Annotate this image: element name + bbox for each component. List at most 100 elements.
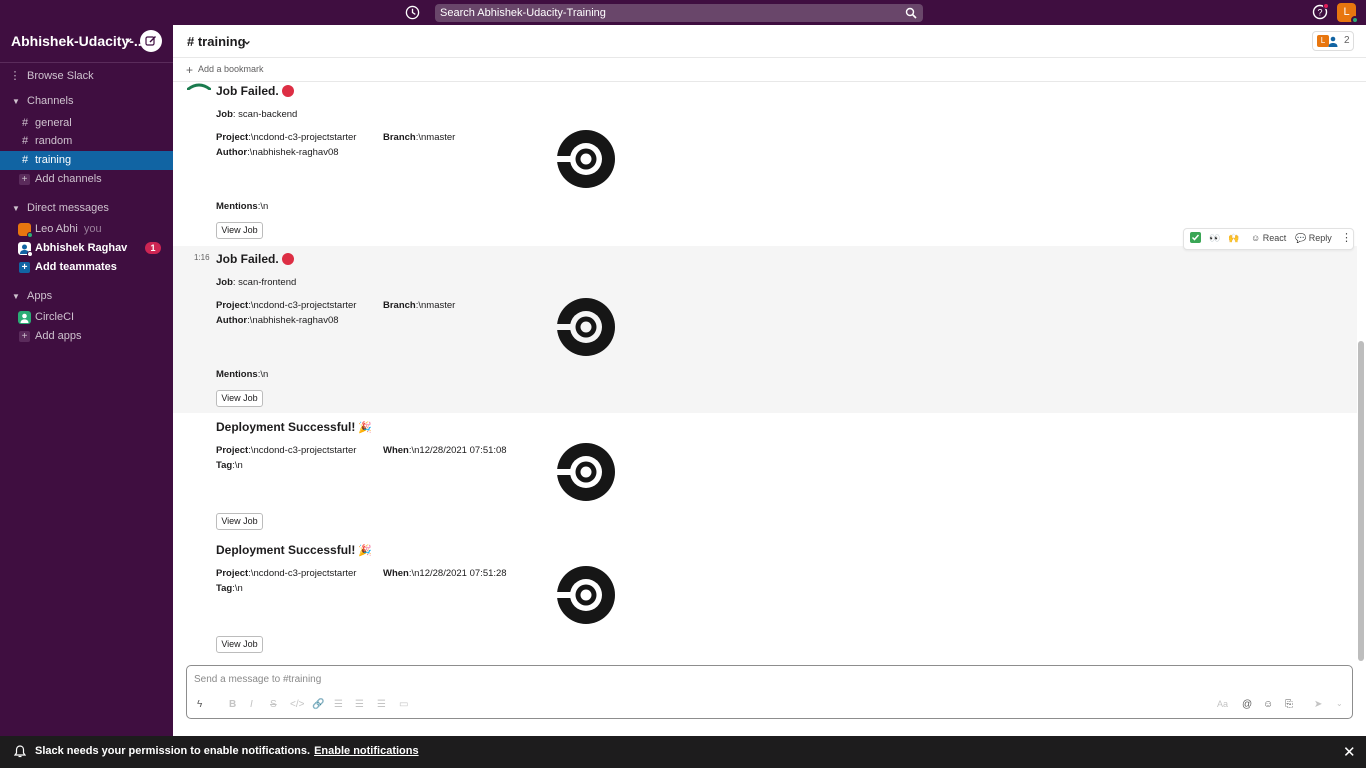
view-job-button[interactable]: View Job [216, 222, 263, 239]
job-value: : scan-frontend [232, 277, 297, 288]
sidebar-item-general[interactable]: # general [0, 114, 173, 133]
message-composer[interactable]: Send a message to #training ϟ B I S </> … [186, 665, 1353, 719]
circleci-app-icon [18, 311, 31, 324]
composer-input[interactable]: Send a message to #training [194, 674, 321, 685]
mentions-value: :\n [257, 201, 269, 212]
tag-value: :\n [232, 460, 243, 471]
add-apps[interactable]: + Add apps [0, 327, 173, 346]
apps-section[interactable]: ▼ Apps [0, 287, 173, 306]
channel-header: # training L 2 [173, 25, 1366, 58]
message-deployment-success: Deployment Successful! 🎉 Project:\ncdond-… [173, 539, 1357, 660]
eyes-emoji-icon[interactable]: 👀 [1209, 233, 1220, 244]
help-notification-dot [1323, 3, 1329, 9]
message-timestamp[interactable]: 1:16 [194, 253, 210, 262]
sidebar-divider [0, 62, 173, 63]
notification-text: Slack needs your permission to enable no… [35, 745, 419, 757]
job-label: Job [216, 277, 233, 288]
message-actions-toolbar: 👀 🙌 ☺ React 💬 Reply ⋮ [1183, 228, 1354, 250]
mentions-label: Mentions [216, 201, 258, 212]
send-icon[interactable]: ➤ [1314, 699, 1322, 710]
italic-icon[interactable]: I [250, 699, 253, 710]
dm-item-abhishek[interactable]: Abhishek Raghav 1 [0, 239, 173, 258]
reply-icon: 💬 [1295, 233, 1307, 243]
project-line: Project:\ncdond-c3-projectstarter [216, 132, 356, 143]
enable-notifications-link[interactable]: Enable notifications [314, 745, 419, 757]
app-item-circleci[interactable]: CircleCI [0, 308, 173, 327]
reply-label: Reply [1308, 233, 1332, 243]
add-bookmark[interactable]: Add a bookmark [198, 64, 264, 74]
plus-icon: + [186, 63, 194, 77]
view-job-button[interactable]: View Job [216, 636, 263, 653]
plus-icon: + [19, 331, 30, 342]
hash-icon: # [21, 135, 29, 147]
history-icon[interactable] [405, 5, 420, 20]
shortcuts-icon[interactable]: ϟ [197, 699, 202, 710]
sidebar-item-training[interactable]: # training [0, 151, 173, 170]
mention-icon[interactable]: @ [1242, 699, 1252, 710]
circleci-logo [557, 130, 615, 188]
scrollbar[interactable] [1358, 341, 1364, 661]
browse-slack[interactable]: ⋮ Browse Slack [0, 67, 173, 86]
channel-title[interactable]: # training [187, 34, 246, 49]
mentions-label: Mentions [216, 369, 258, 380]
compose-button[interactable] [140, 30, 162, 52]
red-circle-icon [281, 253, 294, 265]
presence-dot [27, 251, 33, 257]
circleci-logo [557, 298, 615, 356]
author-line: Author:\nabhishek-raghav08 [216, 147, 339, 158]
caret-down-icon: ▼ [12, 204, 20, 213]
members-button[interactable]: L 2 [1312, 31, 1354, 51]
add-channels[interactable]: + Add channels [0, 170, 173, 189]
link-icon[interactable]: 🔗 [312, 699, 324, 710]
mentions-line: Mentions:\n [216, 369, 268, 380]
author-label: Author [216, 147, 248, 158]
raised-hands-emoji-icon[interactable]: 🙌 [1228, 233, 1239, 244]
bold-icon[interactable]: B [229, 699, 236, 710]
blockquote-icon[interactable]: ☰ [377, 699, 386, 710]
more-actions-icon[interactable]: ⋮ [1341, 231, 1352, 244]
ordered-list-icon[interactable]: ☰ [334, 699, 343, 710]
view-job-button[interactable]: View Job [216, 390, 263, 407]
channel-label: general [35, 117, 72, 129]
send-options-icon[interactable]: ⌄ [1336, 699, 1343, 708]
check-mark-emoji-icon[interactable] [1190, 232, 1201, 245]
circleci-logo [557, 566, 615, 624]
channels-section[interactable]: ▼ Channels [0, 92, 173, 111]
party-popper-icon: 🎉 [358, 545, 373, 557]
chevron-down-icon[interactable] [243, 39, 251, 47]
react-button[interactable]: ☺ React [1251, 233, 1286, 243]
presence-dot [27, 232, 33, 238]
search-icon [905, 7, 917, 19]
tag-label: Tag [216, 460, 233, 471]
view-job-button[interactable]: View Job [216, 513, 263, 530]
add-reaction-icon: ☺ [1251, 233, 1261, 243]
message-job-failed: Job Failed. Job: scan-backend Project:\n… [173, 82, 1357, 244]
red-circle-icon [281, 85, 294, 97]
dm-self-name: Leo Abhi [35, 223, 78, 235]
project-line: Project:\ncdond-c3-projectstarter [216, 445, 356, 456]
react-label: React [1262, 233, 1287, 243]
member-avatar-icon [1328, 36, 1338, 47]
close-icon[interactable]: ✕ [1343, 743, 1356, 761]
dm-item-self[interactable]: Leo Abhi you [0, 220, 173, 239]
formatting-toggle-icon[interactable]: Aa [1217, 699, 1228, 709]
member-count: 2 [1344, 35, 1350, 46]
search-bar[interactable]: Search Abhishek-Udacity-Training [435, 4, 923, 22]
tag-line: Tag:\n [216, 460, 243, 471]
add-apps-label: Add apps [35, 330, 82, 342]
project-label: Project [216, 300, 249, 311]
code-block-icon[interactable]: ▭ [399, 699, 408, 710]
chevron-down-icon[interactable] [124, 36, 133, 45]
attachment-icon[interactable]: ⎘ [1285, 699, 1293, 710]
bulleted-list-icon[interactable]: ☰ [355, 699, 364, 710]
circleci-avatar [187, 83, 211, 90]
job-value: : scan-backend [232, 109, 298, 120]
emoji-icon[interactable]: ☺ [1263, 699, 1273, 710]
channels-header: Channels [27, 95, 74, 107]
code-icon[interactable]: </> [290, 699, 304, 710]
direct-messages-section[interactable]: ▼ Direct messages [0, 199, 173, 218]
reply-button[interactable]: 💬 Reply [1295, 233, 1332, 244]
strikethrough-icon[interactable]: S [270, 699, 277, 710]
sidebar-item-random[interactable]: # random [0, 132, 173, 151]
add-teammates[interactable]: + Add teammates [0, 258, 173, 277]
